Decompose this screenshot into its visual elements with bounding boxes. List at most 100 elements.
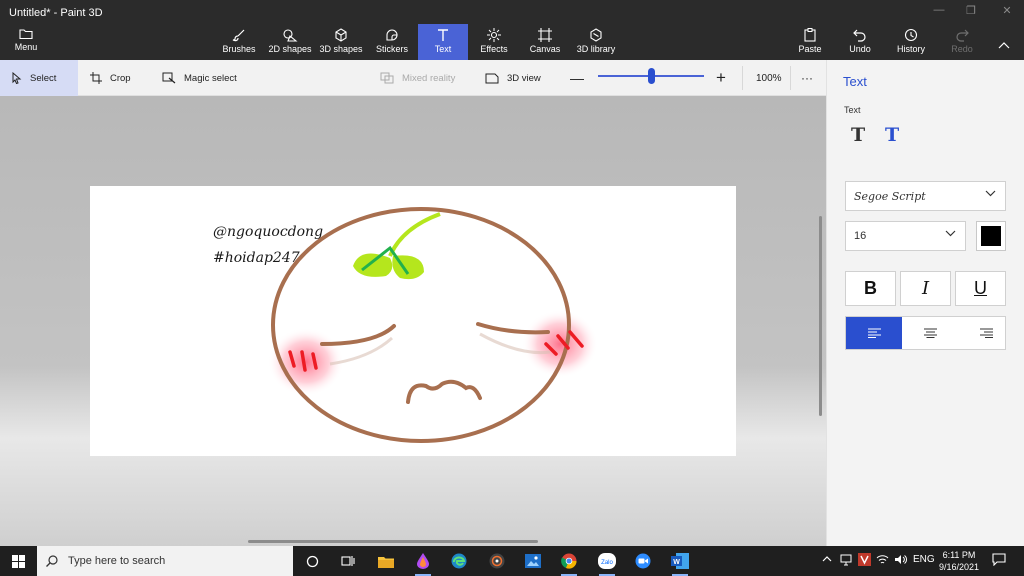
align-center-icon: [923, 328, 937, 338]
tool-label: 3D library: [576, 44, 616, 54]
magic-select-button[interactable]: Magic select: [162, 60, 237, 96]
horizontal-scrollbar[interactable]: [248, 540, 538, 543]
2d-text-button[interactable]: T: [851, 124, 865, 146]
align-left-button[interactable]: [846, 317, 902, 349]
taskbar-music-app[interactable]: [486, 550, 508, 572]
text-properties-panel: Text Text T T Segoe Script 16 B I U: [826, 60, 1024, 546]
minimize-button[interactable]: —: [924, 4, 954, 20]
taskbar-photos[interactable]: [522, 550, 544, 572]
taskbar-zoom[interactable]: [632, 550, 654, 572]
history-button[interactable]: History: [894, 24, 928, 60]
folder-icon: [19, 29, 33, 39]
taskbar-chrome[interactable]: [558, 550, 580, 576]
tool-canvas[interactable]: Canvas: [528, 24, 562, 60]
start-button[interactable]: [0, 546, 36, 576]
zalo-icon: Zalo: [598, 553, 616, 569]
taskbar-edge[interactable]: [448, 550, 470, 572]
input-language-indicator[interactable]: ENG: [913, 554, 935, 565]
more-options-button[interactable]: ···: [801, 60, 813, 96]
taskbar-paint-3d[interactable]: [412, 550, 434, 576]
underline-button[interactable]: U: [955, 271, 1006, 306]
tray-vpn-icon[interactable]: [858, 553, 871, 569]
align-right-button[interactable]: [958, 317, 1014, 349]
zoom-in-button[interactable]: +: [716, 60, 726, 96]
tray-network-icon[interactable]: [876, 554, 889, 568]
zoom-video-icon: [635, 553, 651, 569]
tray-volume-icon[interactable]: [894, 554, 907, 568]
chevron-down-icon: [985, 190, 996, 197]
zoom-percentage[interactable]: 100%: [756, 73, 782, 84]
taskbar-clock[interactable]: 6:11 PM 9/16/2021: [935, 549, 983, 573]
canvas-text-line[interactable]: @ngoquocdong: [213, 224, 323, 240]
3d-shapes-icon: [335, 28, 347, 42]
crop-icon: [90, 72, 102, 84]
sub-toolbar: Select Crop Magic select Mixed reality 3…: [0, 60, 826, 96]
align-left-icon: [867, 328, 881, 338]
select-button[interactable]: Select: [0, 60, 78, 96]
tool-3d-shapes[interactable]: 3D shapes: [319, 24, 363, 60]
cortana-button[interactable]: [301, 550, 323, 572]
font-size-select[interactable]: 16: [845, 221, 966, 251]
font-family-select[interactable]: Segoe Script: [845, 181, 1006, 211]
search-placeholder: Type here to search: [68, 555, 166, 567]
word-icon: W: [671, 553, 689, 569]
restore-button[interactable]: ❐: [956, 4, 986, 20]
font-family-value: Segoe Script: [854, 189, 926, 203]
action-label: History: [896, 44, 925, 54]
3d-text-button[interactable]: T: [885, 124, 899, 146]
canvas-icon: [538, 28, 552, 42]
zoom-slider-thumb[interactable]: [647, 68, 655, 84]
notifications-button[interactable]: [992, 553, 1006, 569]
tool-label: Stickers: [375, 44, 408, 54]
paste-button[interactable]: Paste: [794, 24, 826, 60]
zoom-out-button[interactable]: —: [570, 60, 584, 96]
undo-button[interactable]: Undo: [846, 24, 874, 60]
mixed-reality-label: Mixed reality: [402, 72, 456, 84]
taskbar-file-explorer[interactable]: [375, 550, 397, 572]
task-view-button[interactable]: [337, 550, 359, 572]
taskbar-zalo[interactable]: Zalo: [596, 550, 618, 576]
crop-button[interactable]: Crop: [90, 60, 131, 96]
action-label: Undo: [849, 44, 871, 54]
tool-label: Effects: [480, 44, 508, 54]
undo-icon: [853, 29, 866, 42]
mixed-reality-button[interactable]: Mixed reality: [380, 60, 455, 96]
menu-button[interactable]: Menu: [8, 28, 44, 52]
taskbar-word[interactable]: W: [669, 550, 691, 576]
canvas-text-line[interactable]: #hoidap247: [213, 250, 300, 266]
tool-3d-library[interactable]: 3D library: [574, 24, 618, 60]
divider: [790, 66, 791, 90]
mixed-reality-icon: [380, 72, 394, 84]
align-center-button[interactable]: [902, 317, 958, 349]
text-color-picker[interactable]: [976, 221, 1006, 251]
tool-label: Brushes: [222, 44, 256, 54]
tool-stickers[interactable]: Stickers: [374, 24, 410, 60]
collapse-ribbon-button[interactable]: [998, 36, 1010, 54]
drawing-canvas[interactable]: @ngoquocdong #hoidap247: [90, 186, 736, 456]
show-hidden-icons-button[interactable]: [822, 554, 832, 565]
action-label: Redo: [951, 44, 973, 54]
close-button[interactable]: ✕: [992, 4, 1022, 20]
search-icon: [46, 555, 58, 567]
leaf-stem: [388, 212, 441, 257]
vertical-scrollbar[interactable]: [819, 216, 822, 416]
taskbar-search-box[interactable]: Type here to search: [37, 546, 293, 576]
chrome-icon: [561, 553, 577, 569]
3d-view-button[interactable]: 3D view: [485, 60, 541, 96]
tool-2d-shapes[interactable]: 2D shapes: [268, 24, 312, 60]
face-outline: [271, 207, 571, 443]
redo-button[interactable]: Redo: [948, 24, 976, 60]
tool-label: Canvas: [529, 44, 561, 54]
tool-label: Text: [434, 44, 452, 54]
drawing: [268, 207, 598, 443]
tool-text[interactable]: Text: [418, 24, 468, 60]
speaker-icon: [895, 555, 907, 564]
tool-effects[interactable]: Effects: [478, 24, 510, 60]
crop-label: Crop: [110, 72, 131, 84]
wifi-icon: [876, 555, 889, 564]
italic-button[interactable]: I: [900, 271, 951, 306]
tool-brushes[interactable]: Brushes: [220, 24, 258, 60]
bold-button[interactable]: B: [845, 271, 896, 306]
tray-app-icon[interactable]: [840, 554, 852, 569]
stickers-icon: [386, 29, 398, 41]
